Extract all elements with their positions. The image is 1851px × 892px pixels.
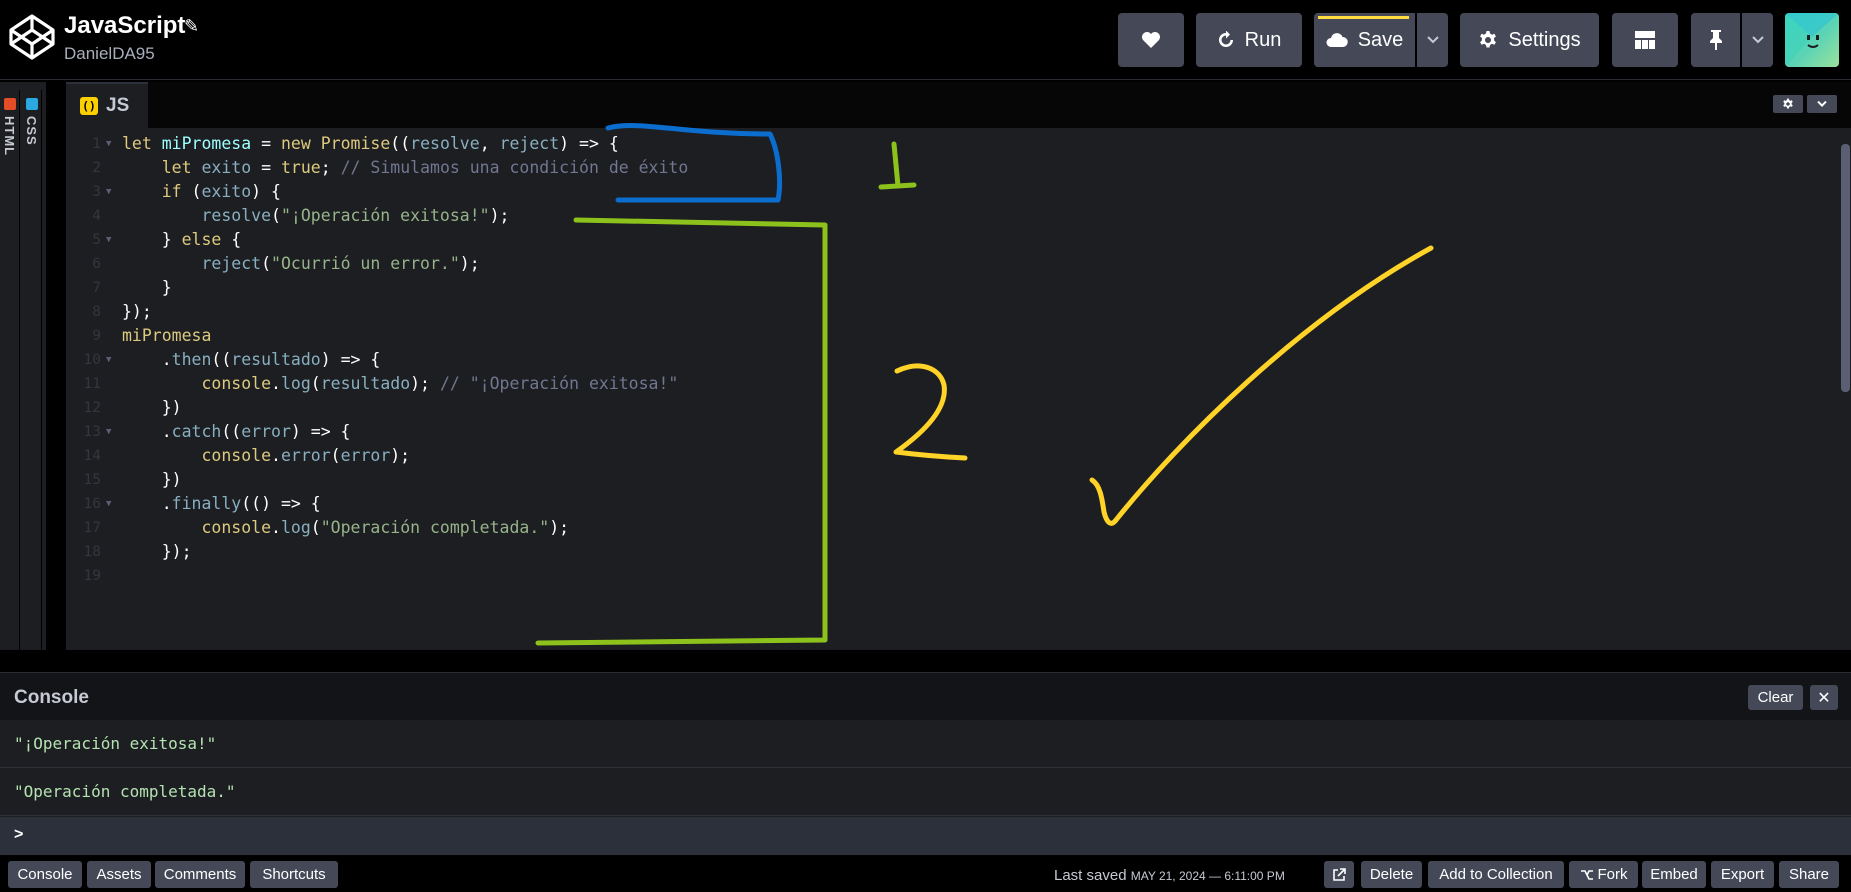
editor-settings-button[interactable] [1773, 95, 1803, 113]
codepen-logo-icon[interactable] [8, 13, 56, 61]
fork-icon [1580, 869, 1593, 880]
pin-dropdown-button[interactable] [1742, 13, 1773, 67]
console-close-button[interactable]: ✕ [1810, 685, 1838, 710]
open-external-button[interactable] [1324, 861, 1354, 888]
js-tab[interactable]: ( ) JS [66, 82, 148, 128]
editor-collapse-button[interactable] [1807, 95, 1837, 113]
chevron-down-icon [1817, 100, 1827, 108]
save-dropdown-button[interactable] [1417, 13, 1448, 67]
change-view-button[interactable] [1612, 13, 1678, 67]
fork-label: Fork [1597, 866, 1628, 883]
settings-button[interactable]: Settings [1460, 13, 1599, 67]
assets-button[interactable]: Assets [87, 861, 151, 888]
collapsed-panels: HTML CSS [0, 82, 46, 650]
save-label: Save [1357, 28, 1404, 51]
css-tab-label: CSS [24, 116, 39, 146]
shortcuts-button[interactable]: Shortcuts [250, 861, 338, 888]
heart-icon [1142, 32, 1160, 48]
last-saved-status: Last saved MAY 21, 2024 — 6:11:00 PM [1054, 867, 1285, 884]
pen-title[interactable]: JavaScript [64, 12, 185, 40]
code-area[interactable]: 1 ▼ let miPromesa = new Promise((resolve, … [66, 128, 1851, 650]
save-button[interactable]: Save [1314, 13, 1415, 67]
gear-icon [1783, 98, 1793, 109]
css-panel-tab[interactable]: CSS [22, 90, 42, 650]
last-saved-date: MAY 21, 2024 — 6:11:00 PM [1130, 869, 1285, 883]
console-log-text: "Operación completada." [14, 782, 236, 801]
html-icon [4, 98, 16, 110]
last-saved-label: Last saved [1054, 867, 1127, 884]
export-button[interactable]: Export [1711, 861, 1774, 888]
layout-icon [1635, 31, 1655, 49]
editor-scrollbar[interactable] [1841, 144, 1850, 392]
console-output: "¡Operación exitosa!" "Operación complet… [0, 720, 1851, 817]
cloud-icon [1326, 33, 1348, 47]
user-avatar[interactable] [1785, 13, 1839, 67]
unsaved-indicator [1318, 16, 1409, 19]
html-tab-label: HTML [2, 116, 17, 157]
console-input[interactable]: > [0, 817, 1851, 855]
share-button[interactable]: Share [1779, 861, 1839, 888]
js-editor-panel: ( ) JS 1 ▼ let miPromesa = new Promise((re… [66, 82, 1851, 650]
run-button[interactable]: Run [1196, 13, 1302, 67]
console-header: Console [0, 672, 1851, 720]
delete-button[interactable]: Delete [1361, 861, 1422, 888]
bottom-bar: Console Assets Comments Shortcuts Last s… [0, 855, 1851, 892]
fork-button[interactable]: Fork [1569, 861, 1638, 888]
edit-title-icon[interactable]: ✎ [184, 16, 199, 37]
like-button[interactable] [1118, 13, 1184, 67]
console-prompt: > [14, 826, 24, 843]
run-label: Run [1244, 28, 1282, 51]
pin-icon [1709, 30, 1722, 50]
code-line: 19 [66, 562, 1851, 590]
console-log-text: "¡Operación exitosa!" [14, 734, 217, 753]
console-log-row: "¡Operación exitosa!" [0, 720, 1851, 768]
console-clear-button[interactable]: Clear [1748, 685, 1803, 710]
avatar-face-icon [1785, 13, 1839, 67]
settings-label: Settings [1508, 28, 1581, 51]
js-icon: ( ) [80, 97, 98, 115]
console-log-row: "Operación completada." [0, 768, 1851, 816]
line-number: 19 [83, 568, 101, 584]
embed-button[interactable]: Embed [1642, 861, 1706, 888]
comments-button[interactable]: Comments [155, 861, 245, 888]
html-panel-tab[interactable]: HTML [0, 90, 20, 650]
chevron-down-icon [1426, 36, 1439, 44]
editor-header: ( ) JS [66, 82, 1851, 128]
author-name[interactable]: DanielDA95 [64, 44, 155, 64]
add-to-collection-button[interactable]: Add to Collection [1428, 861, 1564, 888]
chevron-down-icon [1751, 36, 1764, 44]
refresh-icon [1218, 31, 1233, 47]
console-toggle-button[interactable]: Console [8, 861, 82, 888]
css-icon [26, 98, 38, 110]
pin-button[interactable] [1691, 13, 1740, 67]
console-title: Console [14, 687, 89, 708]
js-tab-label: JS [106, 95, 130, 116]
external-link-icon [1333, 867, 1346, 881]
top-header: JavaScript ✎ DanielDA95 Run Save Setting… [0, 0, 1851, 80]
gear-icon [1480, 31, 1497, 48]
